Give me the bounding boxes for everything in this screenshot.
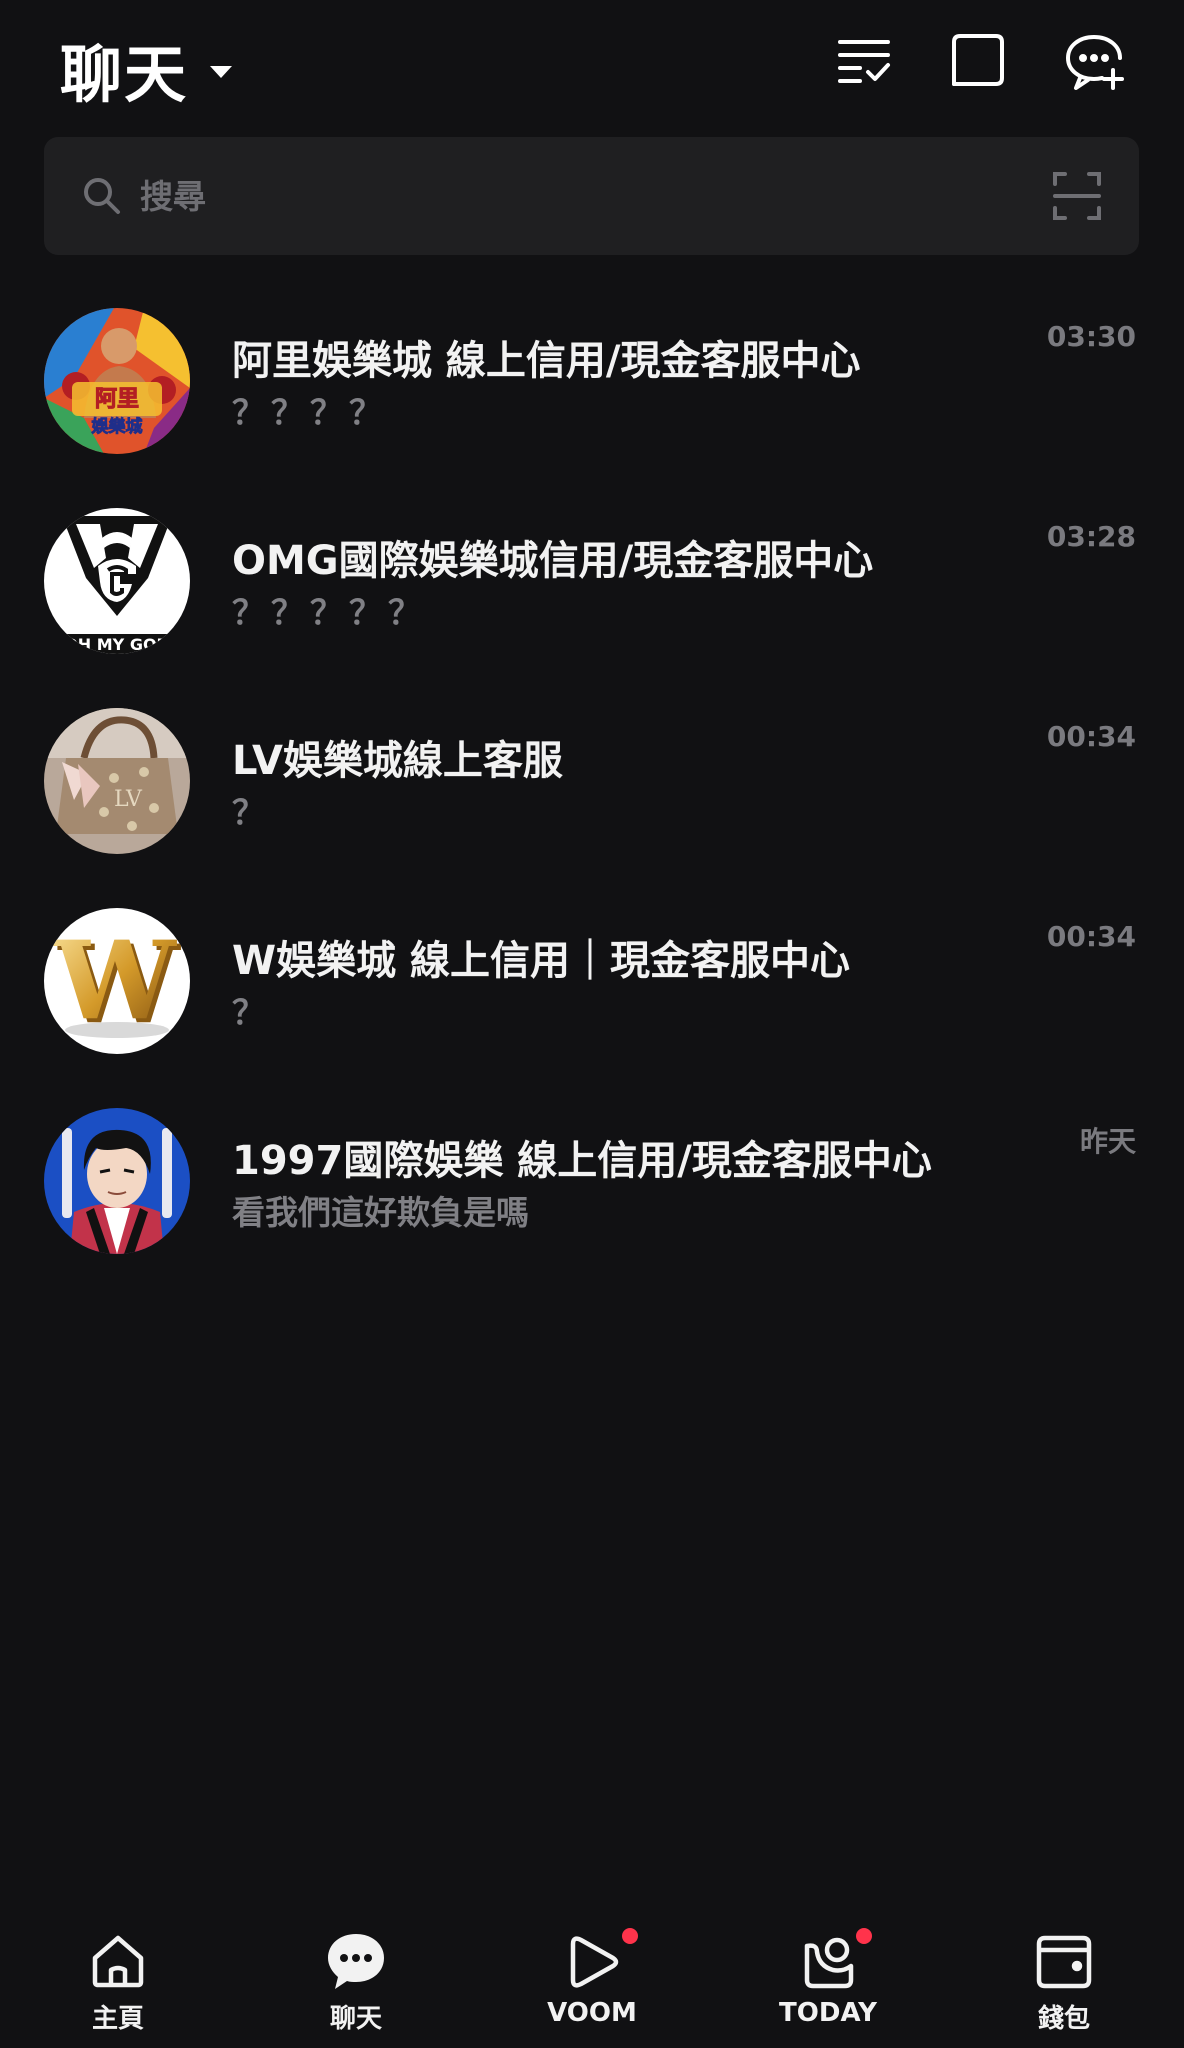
chat-name: 1997國際娛樂 線上信用/現金客服中心	[232, 1138, 932, 1184]
search-icon	[80, 174, 124, 218]
nav-chats[interactable]: 聊天	[286, 1930, 426, 2040]
avatar	[44, 1108, 190, 1254]
nav-home-label: 主頁	[91, 2004, 144, 2034]
svg-text:阿里: 阿里	[95, 387, 139, 412]
nav-today[interactable]: TODAY	[758, 1928, 898, 2040]
nav-wallet[interactable]: 錢包	[994, 1930, 1134, 2040]
avatar: W W	[44, 908, 190, 1054]
chat-time: 昨天	[1079, 1125, 1136, 1158]
chat-name: LV娛樂城線上客服	[232, 738, 563, 784]
chat-time: 00:34	[1046, 720, 1136, 753]
chat-row[interactable]: LV LV娛樂城線上客服 ？ 00:34	[0, 700, 1184, 900]
bottom-nav: 主頁 聊天 VOOM TODAY 錢包	[0, 1908, 1184, 2048]
avatar: LV	[44, 708, 190, 854]
chat-time: 03:28	[1046, 520, 1136, 553]
chat-last-message: ？？？？	[232, 393, 388, 432]
play-icon	[570, 1936, 619, 1988]
nav-chats-label: 聊天	[329, 2004, 382, 2034]
home-icon	[92, 1935, 144, 1988]
chat-row[interactable]: 阿里 娛樂城 阿里娛樂城 線上信用/現金客服中心 ？？？？ 03:30	[0, 300, 1184, 500]
avatar: OH MY GOD	[44, 508, 190, 654]
chat-last-message: ？？？？？	[232, 593, 427, 632]
chat-last-message: 看我們這好欺負是嗎	[232, 1193, 529, 1232]
nav-voom[interactable]: VOOM	[522, 1928, 662, 2040]
wallet-icon	[1036, 1935, 1092, 1989]
avatar: 阿里 娛樂城	[44, 308, 190, 454]
add-chat-icon[interactable]	[1062, 28, 1126, 92]
chat-row[interactable]: W W W娛樂城 線上信用｜現金客服中心 ？ 00:34	[0, 900, 1184, 1100]
chat-row[interactable]: OH MY GOD OMG國際娛樂城信用/現金客服中心 ？？？？？ 03:28	[0, 500, 1184, 700]
nav-wallet-label: 錢包	[1037, 2004, 1090, 2034]
chat-name: OMG國際娛樂城信用/現金客服中心	[232, 538, 874, 584]
page-title: 聊天	[60, 38, 189, 111]
edit-list-icon[interactable]	[832, 28, 896, 92]
chat-time: 00:34	[1046, 920, 1136, 953]
svg-text:LV: LV	[114, 787, 143, 812]
nav-voom-label: VOOM	[547, 1998, 637, 2028]
header: 聊天	[0, 0, 1184, 130]
chat-name: W娛樂城 線上信用｜現金客服中心	[232, 938, 851, 984]
svg-text:W: W	[53, 918, 177, 1044]
caret-down-icon	[210, 66, 233, 78]
search-bar	[44, 137, 1139, 255]
square-chat-icon[interactable]	[946, 28, 1010, 92]
chat-screen: 聊天 搜尋 阿里 娛樂城 阿里娛樂城 線上信用/現金客服中心 ？？？？ 03:3…	[0, 0, 1184, 2048]
svg-text:OH MY GOD: OH MY GOD	[64, 635, 170, 654]
today-icon	[804, 1937, 854, 1989]
chat-time: 03:30	[1046, 320, 1136, 353]
chat-last-message: ？	[232, 993, 271, 1032]
title-dropdown[interactable]: 聊天	[60, 24, 233, 114]
voom-notification-dot	[622, 1928, 638, 1944]
chat-row[interactable]: 1997國際娛樂 線上信用/現金客服中心 看我們這好欺負是嗎 昨天	[0, 1100, 1184, 1300]
nav-today-label: TODAY	[779, 1998, 877, 2028]
qr-scan-icon[interactable]	[1051, 170, 1103, 222]
today-notification-dot	[856, 1928, 872, 1944]
chat-name: 阿里娛樂城 線上信用/現金客服中心	[232, 338, 861, 384]
chat-list: 阿里 娛樂城 阿里娛樂城 線上信用/現金客服中心 ？？？？ 03:30 OH M…	[0, 300, 1184, 1300]
nav-home[interactable]: 主頁	[48, 1930, 188, 2040]
chat-last-message: ？	[232, 793, 271, 832]
svg-text:娛樂城: 娛樂城	[91, 416, 143, 437]
search-input[interactable]	[140, 159, 1040, 233]
chat-bubble-icon	[328, 1934, 384, 1989]
